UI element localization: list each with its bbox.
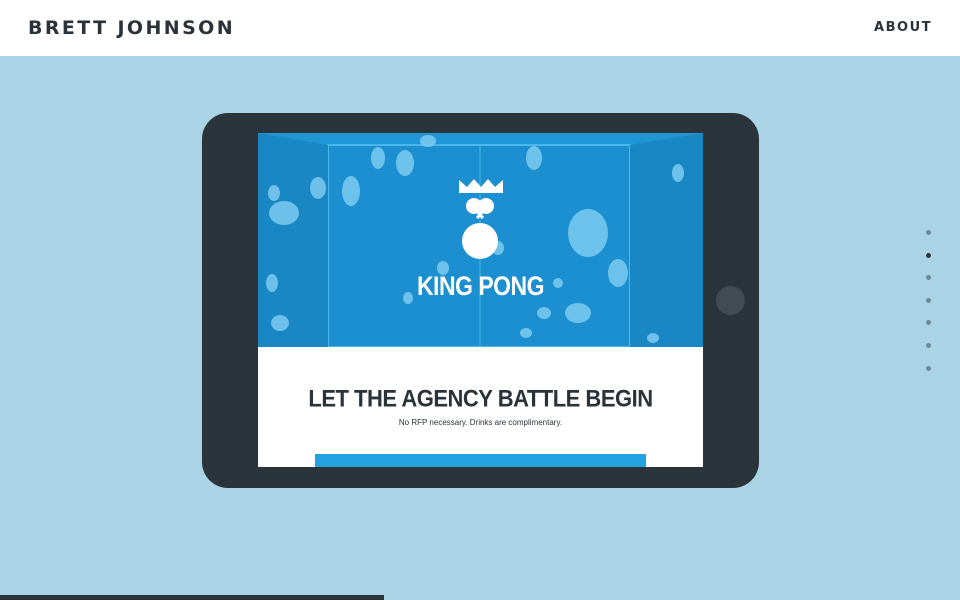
tablet-screen: KING PONG LET THE AGENCY BATTLE BEGIN No… (258, 133, 703, 467)
king-pong-logo-text: KING PONG (416, 270, 545, 301)
project-subline: No RFP necessary. Drinks are complimenta… (398, 418, 563, 427)
pager-dot[interactable] (926, 320, 931, 326)
cta-button[interactable] (315, 454, 646, 467)
slide-pager (926, 230, 934, 388)
tablet-home-button (716, 286, 745, 315)
ping-pong-paddles-icon (466, 198, 494, 219)
site-header: BRETT JOHNSON ABOUT (0, 0, 960, 56)
ball-icon (462, 223, 498, 259)
pager-dot-active[interactable] (926, 252, 931, 258)
pager-dot[interactable] (926, 342, 931, 348)
project-hero-image: KING PONG (258, 133, 703, 347)
pager-dot[interactable] (926, 230, 931, 235)
pager-dot[interactable] (926, 275, 931, 281)
pager-dot[interactable] (926, 365, 931, 371)
site-brand[interactable]: BRETT JOHNSON (28, 17, 235, 39)
nav-about-link[interactable]: ABOUT (874, 20, 932, 35)
pager-dot[interactable] (926, 297, 931, 303)
crown-icon (459, 179, 503, 193)
scroll-progress-bar (0, 595, 384, 600)
project-headline: LET THE AGENCY BATTLE BEGIN (308, 384, 653, 413)
